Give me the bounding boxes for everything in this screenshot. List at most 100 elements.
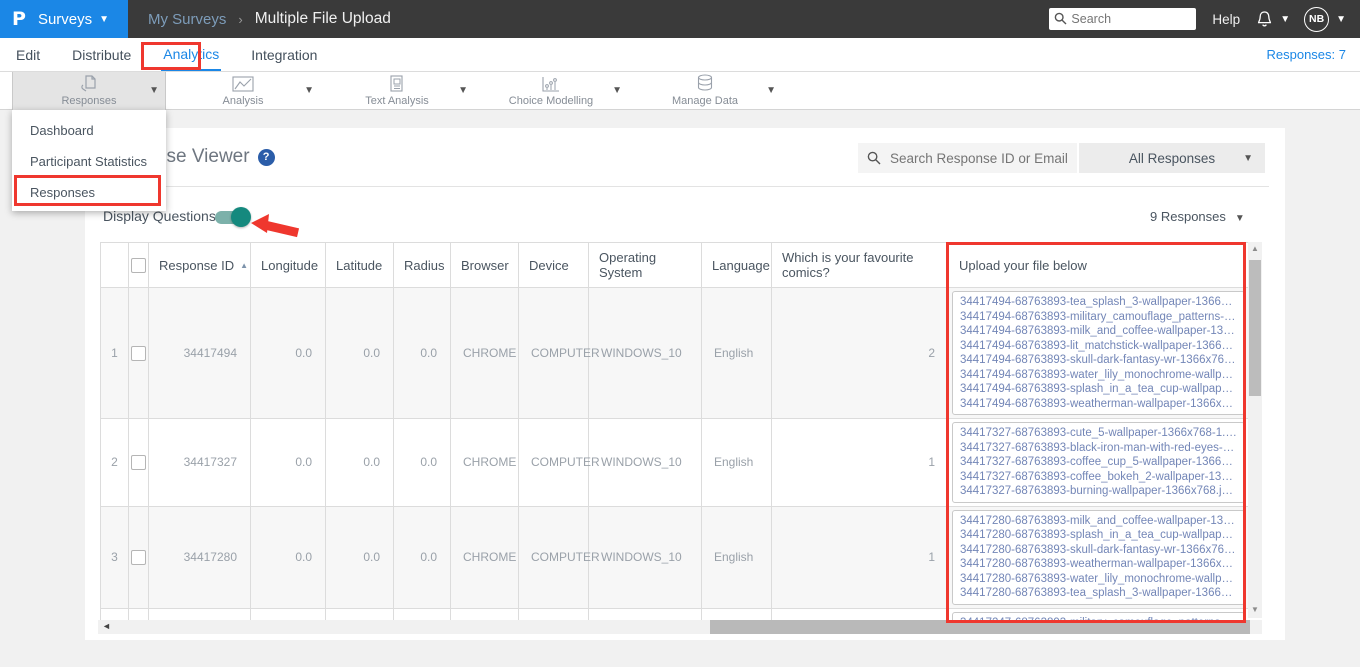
cell-device: COMPUTER xyxy=(518,505,600,609)
file-link[interactable]: 34417327-68763893-cute_5-wallpaper-1366x… xyxy=(960,426,1237,441)
file-link[interactable]: 34417280-68763893-weatherman-wallpaper-1… xyxy=(960,557,1237,572)
text-analysis-icon xyxy=(388,75,406,93)
scroll-up-icon[interactable]: ▲ xyxy=(1248,244,1262,253)
cell-radius: 0.0 xyxy=(393,287,451,419)
file-link[interactable]: 34417494-68763893-water_lily_monochrome-… xyxy=(960,368,1237,383)
header-radius[interactable]: Radius xyxy=(393,242,451,288)
horizontal-scrollbar-thumb[interactable] xyxy=(710,620,1250,634)
cell-upload-files: 34417494-68763893-tea_splash_3-wallpaper… xyxy=(948,287,1248,419)
app-screen: P Surveys ▼ My Surveys › Multiple File U… xyxy=(0,0,1360,667)
help-icon[interactable]: ? xyxy=(257,149,275,166)
header-operating-system[interactable]: Operating System xyxy=(588,242,702,288)
chevron-down-icon: ▼ xyxy=(99,13,110,25)
file-link[interactable]: 34417280-68763893-splash_in_a_tea_cup-wa… xyxy=(960,528,1237,543)
manage-data-icon xyxy=(696,74,714,93)
cell-response-id: 34417327 xyxy=(148,418,251,507)
file-link[interactable]: 34417280-68763893-skull-dark-fantasy-wr-… xyxy=(960,543,1237,558)
response-filter-dropdown[interactable]: All Responses ▼ xyxy=(1079,143,1265,173)
survey-nav: Edit Distribute Analytics Integration Re… xyxy=(0,38,1360,72)
file-link[interactable]: 34417494-68763893-tea_splash_3-wallpaper… xyxy=(960,295,1237,310)
header-longitude[interactable]: Longitude xyxy=(250,242,326,288)
file-link[interactable]: 34417280-68763893-water_lily_monochrome-… xyxy=(960,572,1237,587)
account-menu[interactable]: NB ▼ xyxy=(1304,6,1346,32)
responses-count-dropdown[interactable]: 9 Responses ▼ xyxy=(1150,209,1245,224)
help-link[interactable]: Help xyxy=(1212,12,1240,27)
breadcrumb-my-surveys[interactable]: My Surveys xyxy=(148,11,226,28)
display-questions-toggle[interactable] xyxy=(215,207,251,227)
responses-table-body: 1 34417494 0.0 0.0 0.0 CHROME COMPUTER WINDOWS_… xyxy=(100,287,1248,620)
app-menu[interactable]: P Surveys ▼ xyxy=(0,0,128,38)
file-list-box: 34417280-68763893-milk_and_coffee-wallpa… xyxy=(952,509,1245,605)
file-link[interactable]: 34417494-68763893-splash_in_a_tea_cup-wa… xyxy=(960,382,1237,397)
chevron-down-icon[interactable]: ▼ xyxy=(458,85,468,96)
file-link[interactable]: 34417494-68763893-skull-dark-fantasy-wr-… xyxy=(960,353,1237,368)
vertical-scrollbar-thumb[interactable] xyxy=(1249,260,1261,396)
row-checkbox[interactable] xyxy=(131,345,146,361)
chevron-down-icon[interactable]: ▼ xyxy=(766,85,776,96)
file-link[interactable]: 34417327-68763893-coffee_bokeh_2-wallpap… xyxy=(960,470,1237,485)
header-upload-file[interactable]: Upload your file below xyxy=(948,242,1248,288)
toolbar-item-label: Analysis xyxy=(222,95,264,107)
chevron-down-icon[interactable]: ▼ xyxy=(612,85,622,96)
row-checkbox[interactable] xyxy=(131,454,146,470)
notifications-button[interactable]: ▼ xyxy=(1256,10,1290,28)
toolbar-item-text-analysis[interactable]: Text Analysis ▼ xyxy=(320,72,474,110)
cell-operating-system: WINDOWS_10 xyxy=(588,287,702,419)
cell-browser xyxy=(450,607,519,620)
responses-table: Response ID ▲ Longitude Latitude Radius B… xyxy=(100,242,1248,620)
table-row: 1 34417494 0.0 0.0 0.0 CHROME COMPUTER WINDOWS_… xyxy=(100,287,1248,419)
file-link[interactable]: 34417494-68763893-lit_matchstick-wallpap… xyxy=(960,339,1237,354)
horizontal-scrollbar[interactable]: ◄ xyxy=(98,620,1262,634)
tab-analytics[interactable]: Analytics xyxy=(161,39,222,71)
avatar: NB xyxy=(1304,6,1330,32)
vertical-scrollbar[interactable]: ▲ ▼ xyxy=(1248,242,1262,618)
file-list-box: 34417494-68763893-tea_splash_3-wallpaper… xyxy=(952,291,1245,415)
topbar-search-wrap xyxy=(1049,8,1197,30)
responses-icon xyxy=(79,75,99,93)
cell-response-id: 34417494 xyxy=(148,287,251,419)
cell-comics-answer xyxy=(771,607,949,620)
cell-radius: 0.0 xyxy=(393,418,451,507)
header-comics-question[interactable]: Which is your favourite comics? xyxy=(771,242,949,288)
file-link[interactable]: 34417327-68763893-black-iron-man-with-re… xyxy=(960,441,1237,456)
file-link[interactable]: 34417280-68763893-tea_splash_3-wallpaper… xyxy=(960,586,1237,601)
file-link[interactable]: 34417327-68763893-burning-wallpaper-1366… xyxy=(960,484,1237,499)
cell-longitude: 0.0 xyxy=(250,505,326,609)
topbar: P Surveys ▼ My Surveys › Multiple File U… xyxy=(0,0,1360,38)
toolbar-item-manage-data[interactable]: Manage Data ▼ xyxy=(628,72,782,110)
chevron-down-icon[interactable]: ▼ xyxy=(149,85,159,96)
menu-item-responses[interactable]: Responses xyxy=(12,177,166,208)
responses-count-link[interactable]: Responses: 7 xyxy=(1267,47,1347,62)
header-device[interactable]: Device xyxy=(518,242,589,288)
tab-integration[interactable]: Integration xyxy=(249,40,319,70)
toolbar-item-choice-modelling[interactable]: Choice Modelling ▼ xyxy=(474,72,628,110)
menu-item-dashboard[interactable]: Dashboard xyxy=(12,115,166,146)
header-response-id[interactable]: Response ID ▲ xyxy=(148,242,251,288)
response-search-input[interactable] xyxy=(858,143,1077,173)
header-language[interactable]: Language xyxy=(701,242,772,288)
select-all-checkbox[interactable] xyxy=(131,257,146,273)
file-link[interactable]: 34417494-68763893-military_camouflage_pa… xyxy=(960,310,1237,325)
menu-item-participant-statistics[interactable]: Participant Statistics xyxy=(12,146,166,177)
responses-table-wrap: Response ID ▲ Longitude Latitude Radius B… xyxy=(100,242,1248,620)
scroll-down-icon[interactable]: ▼ xyxy=(1248,605,1262,614)
tab-distribute[interactable]: Distribute xyxy=(70,40,133,70)
toolbar-item-responses[interactable]: Responses ▼ xyxy=(12,72,166,110)
file-link[interactable]: 34417327-68763893-coffee_cup_5-wallpaper… xyxy=(960,455,1237,470)
chevron-down-icon[interactable]: ▼ xyxy=(304,85,314,96)
chevron-down-icon: ▼ xyxy=(1234,213,1245,224)
row-checkbox[interactable] xyxy=(131,549,146,565)
file-link[interactable]: 34417494-68763893-weatherman-wallpaper-1… xyxy=(960,397,1237,412)
file-link[interactable]: 34417494-68763893-milk_and_coffee-wallpa… xyxy=(960,324,1237,339)
tab-edit[interactable]: Edit xyxy=(14,40,42,70)
breadcrumb: My Surveys › Multiple File Upload xyxy=(148,10,391,28)
scroll-left-icon[interactable]: ◄ xyxy=(102,621,111,631)
response-filter-label: All Responses xyxy=(1128,150,1216,166)
global-search-input[interactable] xyxy=(1049,8,1197,30)
header-browser[interactable]: Browser xyxy=(450,242,519,288)
toggle-knob xyxy=(231,207,251,227)
row-checkbox-cell xyxy=(128,418,149,507)
file-link[interactable]: 34417280-68763893-milk_and_coffee-wallpa… xyxy=(960,514,1237,529)
toolbar-item-analysis[interactable]: Analysis ▼ xyxy=(166,72,320,110)
header-latitude[interactable]: Latitude xyxy=(325,242,394,288)
